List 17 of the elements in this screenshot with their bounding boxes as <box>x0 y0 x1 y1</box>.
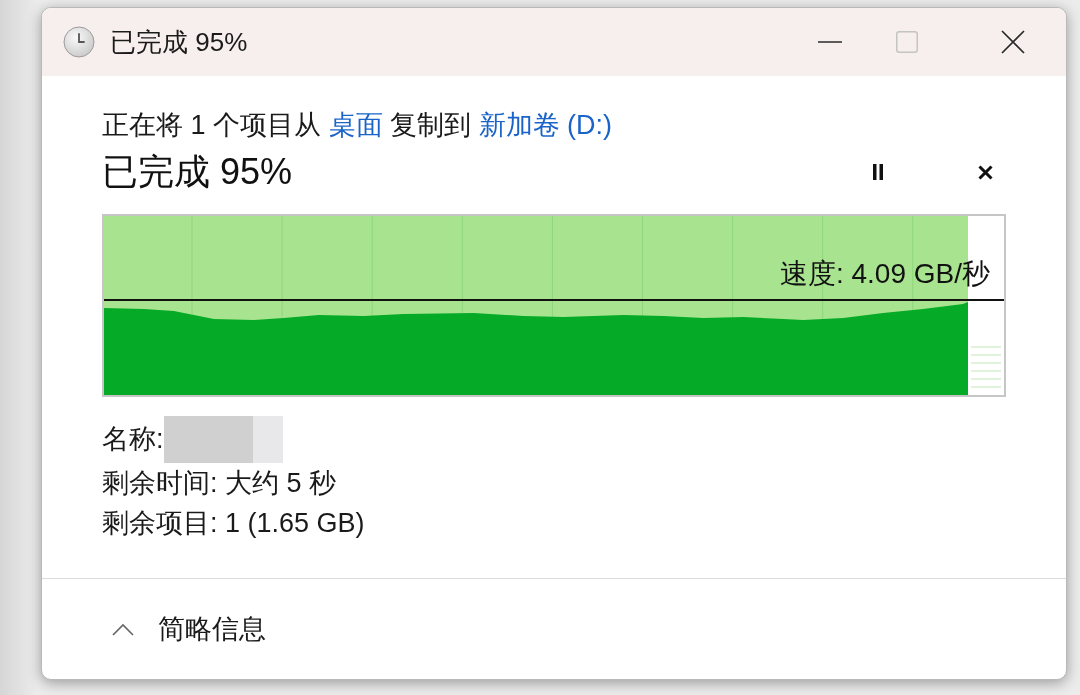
location-link[interactable]: 新加卷 (D:) <box>478 110 613 140</box>
maximize-icon <box>896 31 918 53</box>
chevron-up-icon <box>112 622 134 636</box>
copy-description: 正在将 1 个项目从 桌面 复制到 新加卷 (D:) <box>102 109 613 141</box>
progress-status: 已完成 95% <box>102 149 293 194</box>
window-title: 已完成 95% <box>110 25 248 59</box>
minimize-icon <box>818 41 842 43</box>
speed-label: 速度: 4.09 GB/秒 <box>779 258 990 290</box>
detail-text: 剩余项目: 1 (1.65 GB) <box>102 507 365 540</box>
location-link[interactable]: 桌面 <box>328 110 383 140</box>
details-toggle[interactable]: 简略信息 <box>112 611 266 647</box>
detail-text: 名称: <box>102 423 164 456</box>
clock-icon <box>63 26 95 58</box>
close-icon <box>1001 30 1025 54</box>
detail-text: 剩余时间: 大约 5 秒 <box>102 467 337 500</box>
close-icon <box>977 164 993 180</box>
pause-icon <box>872 164 884 180</box>
